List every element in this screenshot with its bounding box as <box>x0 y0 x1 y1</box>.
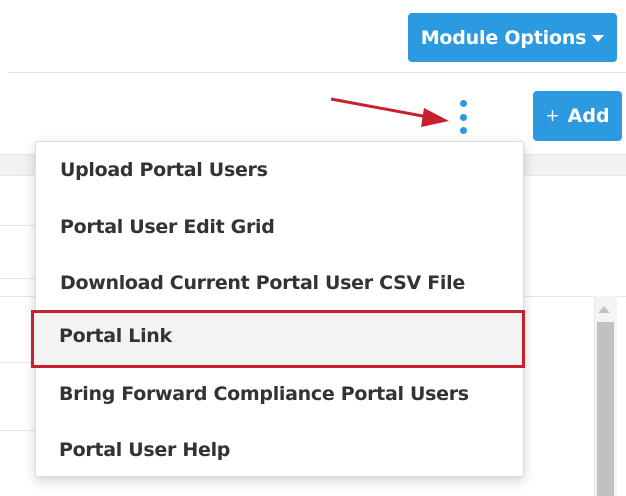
plus-icon: + <box>545 106 560 126</box>
caret-down-icon <box>592 35 605 42</box>
table-row-divider <box>0 278 40 279</box>
arrow-shaft <box>330 97 429 119</box>
menu-item-portal-user-edit-grid[interactable]: Portal User Edit Grid <box>60 216 275 238</box>
scroll-up-arrow-icon[interactable] <box>598 306 610 313</box>
dot <box>459 113 467 121</box>
dot <box>459 100 467 107</box>
dot <box>459 127 467 134</box>
options-dropdown-menu: Upload Portal Users Portal User Edit Gri… <box>35 141 524 477</box>
arrow-head <box>421 108 449 127</box>
menu-item-portal-link[interactable]: Portal Link <box>59 325 172 347</box>
menu-item-portal-user-help[interactable]: Portal User Help <box>59 439 230 461</box>
table-row-divider <box>0 430 40 431</box>
module-options-label: Module Options <box>420 26 587 49</box>
add-button-label: Add <box>567 105 610 127</box>
page: Module Options + Add Upload Portal Users… <box>0 0 626 496</box>
table-row-divider <box>0 225 40 226</box>
menu-item-download-csv[interactable]: Download Current Portal User CSV File <box>60 272 465 294</box>
scrollbar-thumb[interactable] <box>597 322 614 496</box>
menu-item-upload-portal-users[interactable]: Upload Portal Users <box>60 159 268 181</box>
add-button[interactable]: + Add <box>533 91 622 141</box>
header-divider <box>8 72 626 73</box>
menu-item-bring-forward-compliance[interactable]: Bring Forward Compliance Portal Users <box>59 383 469 405</box>
module-options-button[interactable]: Module Options <box>408 13 617 62</box>
vertical-ellipsis-icon[interactable] <box>455 100 471 134</box>
